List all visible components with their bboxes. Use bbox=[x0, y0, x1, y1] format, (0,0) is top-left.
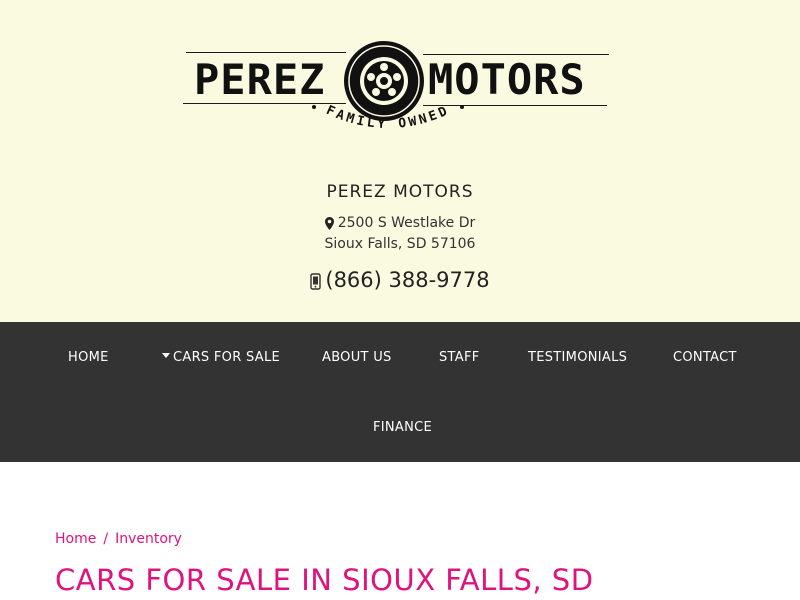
breadcrumb: Home / Inventory bbox=[55, 531, 182, 547]
nav-label: TESTIMONIALS bbox=[528, 350, 628, 365]
dealer-name: PEREZ MOTORS bbox=[326, 182, 474, 202]
nav-label: CARS FOR SALE bbox=[173, 350, 281, 365]
breadcrumb-home[interactable]: Home bbox=[55, 531, 96, 547]
nav-item-home[interactable]: HOME bbox=[68, 350, 109, 365]
nav-item-staff[interactable]: STAFF bbox=[439, 350, 480, 365]
phone-link[interactable]: (866) 388-9778 bbox=[0, 268, 800, 292]
address-city[interactable]: Sioux Falls, SD 57106 bbox=[0, 236, 800, 252]
nav-label: CONTACT bbox=[673, 350, 737, 365]
nav-label: FINANCE bbox=[373, 420, 433, 435]
site-header: PEREZ MOTORS FAMILY OWNED PEREZ MOTORS 2… bbox=[0, 0, 800, 322]
mobile-phone-icon bbox=[310, 272, 322, 290]
logo-rule bbox=[186, 52, 346, 53]
address-line-1[interactable]: 2500 S Westlake Dr bbox=[0, 215, 800, 231]
caret-down-icon bbox=[162, 353, 170, 358]
nav-item-testimonials[interactable]: TESTIMONIALS bbox=[528, 350, 627, 365]
logo-word-motors: MOTORS bbox=[428, 55, 586, 104]
nav-label: HOME bbox=[68, 350, 109, 365]
nav-item-contact[interactable]: CONTACT bbox=[673, 350, 737, 365]
breadcrumb-inventory[interactable]: Inventory bbox=[115, 531, 182, 547]
map-marker-icon bbox=[324, 216, 334, 230]
nav-item-about-us[interactable]: ABOUT US bbox=[322, 350, 392, 365]
phone-number: (866) 388-9778 bbox=[325, 268, 490, 292]
dealer-logo[interactable]: PEREZ MOTORS FAMILY OWNED bbox=[180, 36, 612, 148]
nav-item-cars-for-sale[interactable]: CARS FOR SALE bbox=[162, 350, 280, 365]
logo-tagline: FAMILY OWNED bbox=[324, 103, 449, 132]
breadcrumb-separator: / bbox=[103, 531, 109, 547]
logo-word-perez: PEREZ bbox=[194, 55, 326, 104]
main-nav: HOME CARS FOR SALE ABOUT US STAFF TESTIM… bbox=[0, 322, 800, 462]
svg-text:FAMILY OWNED: FAMILY OWNED bbox=[324, 103, 452, 132]
logo-tagline-arc: FAMILY OWNED bbox=[312, 103, 464, 132]
nav-label: STAFF bbox=[439, 350, 480, 365]
address-street: 2500 S Westlake Dr bbox=[337, 215, 476, 231]
page-title: CARS FOR SALE IN SIOUX FALLS, SD bbox=[55, 563, 594, 597]
nav-item-finance[interactable]: FINANCE bbox=[373, 420, 432, 435]
nav-label: ABOUT US bbox=[322, 350, 392, 365]
